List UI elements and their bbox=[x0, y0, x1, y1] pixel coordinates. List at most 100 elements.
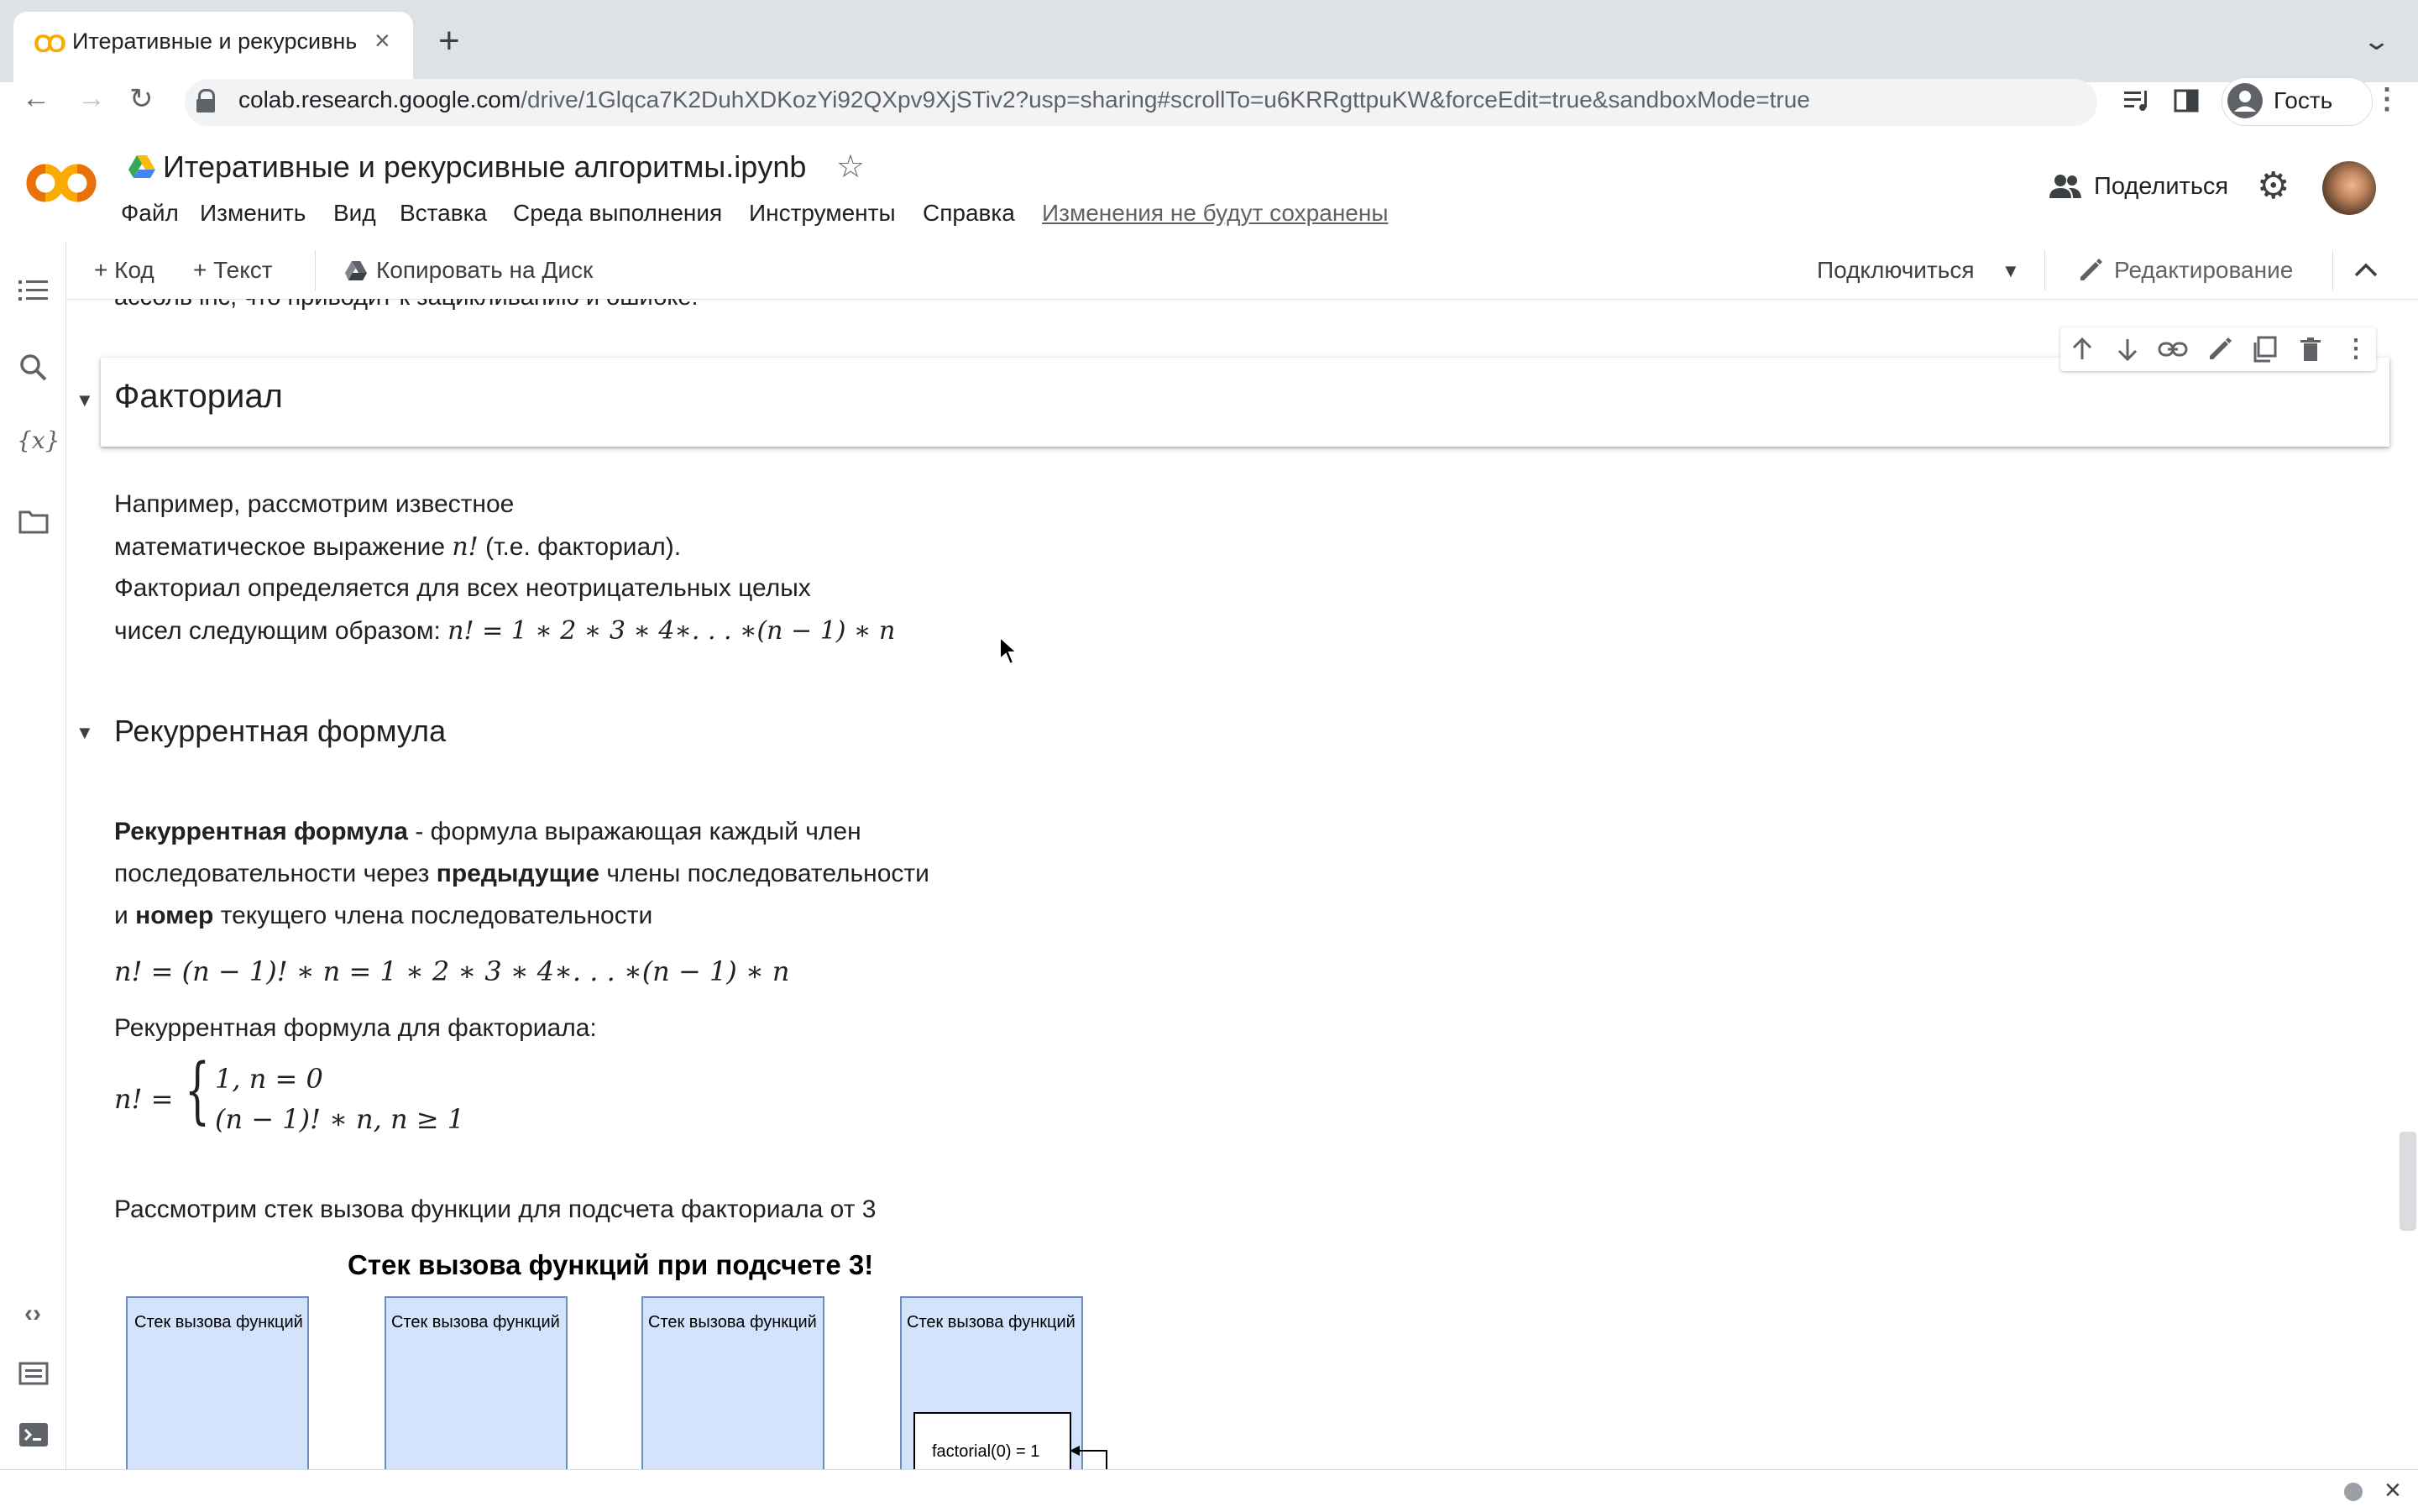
paragraph-line: Факториал определяется для всех неотрица… bbox=[114, 574, 811, 602]
collapse-section-caret-icon[interactable]: ▼ bbox=[76, 390, 94, 411]
profile-label: Гость bbox=[2274, 87, 2333, 113]
piecewise-lhs: n! = bbox=[114, 1083, 174, 1115]
search-icon[interactable] bbox=[18, 353, 49, 383]
unsaved-changes-link[interactable]: Изменения не будут сохранены bbox=[1042, 200, 1388, 227]
share-people-icon[interactable] bbox=[2049, 171, 2082, 201]
scrollbar-thumb[interactable] bbox=[2400, 1132, 2416, 1231]
browser-menu-icon[interactable]: ⋮ bbox=[2373, 82, 2401, 116]
section-heading-factorial: Факториал bbox=[114, 378, 283, 415]
stack-frame-label: factorial(0) = 1 bbox=[932, 1442, 1040, 1461]
pencil-icon bbox=[2080, 259, 2102, 280]
text-span: члены последовательности bbox=[599, 860, 929, 887]
text-span: математическое выражение bbox=[114, 533, 453, 561]
menu-edit[interactable]: Изменить bbox=[200, 200, 306, 227]
user-avatar[interactable] bbox=[2322, 161, 2376, 215]
forward-icon[interactable]: → bbox=[77, 82, 106, 115]
menu-view[interactable]: Вид bbox=[333, 200, 376, 227]
runtime-status-icon[interactable] bbox=[2344, 1483, 2363, 1501]
piecewise-case: (n − 1)! ∗ n, n ≥ 1 bbox=[215, 1103, 465, 1135]
paragraph-line: математическое выражение n! (т.е. фактор… bbox=[114, 532, 681, 562]
toolbar-divider bbox=[315, 250, 316, 290]
text-span: и bbox=[114, 902, 136, 929]
bold-text: Рекуррентная формула bbox=[114, 818, 408, 845]
connect-dropdown-icon[interactable]: ▼ bbox=[2002, 260, 2020, 282]
text-span: последовательности через bbox=[114, 860, 437, 887]
side-panel-icon[interactable] bbox=[2173, 87, 2200, 114]
star-icon[interactable]: ☆ bbox=[836, 148, 865, 186]
text-span: - формула выражающая каждый член bbox=[407, 818, 861, 845]
collapse-header-icon[interactable] bbox=[2353, 259, 2379, 282]
diagram-title: Стек вызова функций при подсчете 3! bbox=[348, 1249, 874, 1280]
close-tab-icon[interactable]: × bbox=[374, 25, 390, 56]
close-status-icon[interactable]: × bbox=[2384, 1474, 2401, 1507]
toolbar-divider bbox=[2332, 250, 2333, 290]
formula-expansion: n! = (n − 1)! ∗ n = 1 ∗ 2 ∗ 3 ∗ 4∗. . . … bbox=[114, 955, 790, 987]
lock-icon-body bbox=[196, 99, 215, 112]
url-host: colab.research.google.com bbox=[238, 86, 521, 112]
status-bar bbox=[0, 1469, 2418, 1512]
drive-copy-icon bbox=[345, 261, 367, 280]
paragraph-line: чисел следующим образом: n! = 1 ∗ 2 ∗ 3 … bbox=[114, 616, 895, 646]
share-button[interactable]: Поделиться bbox=[2094, 173, 2228, 201]
paragraph-line: Например, рассмотрим известное bbox=[114, 490, 515, 518]
focused-text-cell[interactable] bbox=[101, 358, 2389, 447]
colab-favicon-icon: CO bbox=[34, 30, 66, 58]
terminal-icon[interactable] bbox=[18, 1422, 49, 1447]
paragraph-line: Рекуррентная формула - формула выражающа… bbox=[114, 818, 861, 846]
editing-mode-button[interactable]: Редактирование bbox=[2114, 257, 2293, 284]
google-drive-icon[interactable] bbox=[128, 154, 156, 180]
math-inline: n! bbox=[452, 532, 479, 562]
menu-tools[interactable]: Инструменты bbox=[749, 200, 896, 227]
text-span: текущего члена последовательности bbox=[213, 902, 653, 929]
browser-tab-title[interactable]: Итеративные и рекурсивные а bbox=[72, 29, 358, 55]
add-text-button[interactable]: + Текст bbox=[193, 257, 273, 284]
move-cell-up-icon[interactable] bbox=[2069, 336, 2096, 363]
notebook-title[interactable]: Итеративные и рекурсивные алгоритмы.ipyn… bbox=[163, 149, 806, 185]
call-stack-label: Стек вызова функций bbox=[648, 1313, 817, 1332]
return-arrow bbox=[1070, 1446, 1107, 1473]
url-text[interactable]: colab.research.google.com/drive/1Glqca7K… bbox=[238, 86, 1810, 113]
back-icon[interactable]: ← bbox=[22, 82, 50, 115]
new-tab-icon[interactable]: + bbox=[438, 20, 460, 62]
url-path: /drive/1Glqca7K2DuhXDKozYi92QXpv9XjSTiv2… bbox=[521, 86, 1810, 112]
mirror-cell-icon[interactable] bbox=[2252, 336, 2279, 363]
connect-button[interactable]: Подключиться bbox=[1817, 257, 1975, 284]
piecewise-case: 1, n = 0 bbox=[215, 1063, 323, 1095]
table-of-contents-icon[interactable] bbox=[18, 279, 49, 302]
code-snippets-icon[interactable]: ‹› bbox=[17, 1300, 49, 1328]
link-icon[interactable] bbox=[2158, 337, 2188, 361]
call-stack-label: Стек вызова функций bbox=[391, 1313, 560, 1332]
collapse-section-caret-icon[interactable]: ▼ bbox=[76, 722, 94, 744]
bold-text: предыдущие bbox=[436, 860, 600, 887]
settings-gear-icon[interactable]: ⚙ bbox=[2257, 165, 2290, 207]
reload-icon[interactable]: ↻ bbox=[129, 82, 154, 116]
paragraph-line: последовательности через предыдущие член… bbox=[114, 860, 929, 888]
mouse-cursor-icon bbox=[999, 636, 1019, 666]
paragraph-line: Рекуррентная формула для факториала: bbox=[114, 1014, 597, 1042]
media-control-icon[interactable] bbox=[2122, 87, 2153, 114]
edit-cell-icon[interactable] bbox=[2206, 336, 2233, 363]
delete-cell-icon[interactable] bbox=[2297, 336, 2324, 363]
piecewise-brace: { bbox=[185, 1049, 211, 1133]
call-stack-label: Стек вызова функций bbox=[134, 1313, 303, 1332]
menu-help[interactable]: Справка bbox=[923, 200, 1015, 227]
paragraph-line: Рассмотрим стек вызова функции для подсч… bbox=[114, 1195, 877, 1223]
menu-file[interactable]: Файл bbox=[121, 200, 179, 227]
more-actions-icon[interactable]: ⋮ bbox=[2339, 334, 2373, 364]
command-palette-icon[interactable] bbox=[18, 1362, 49, 1385]
files-icon[interactable] bbox=[18, 509, 49, 534]
tab-search-chevron-icon[interactable]: ⌄ bbox=[2362, 27, 2391, 56]
math-inline: n! = 1 ∗ 2 ∗ 3 ∗ 4∗. . . ∗(n − 1) ∗ n bbox=[447, 616, 896, 646]
copy-to-drive-button[interactable]: Копировать на Диск bbox=[376, 257, 593, 284]
paragraph-line: и номер текущего члена последовательност… bbox=[114, 902, 652, 930]
colab-logo[interactable] bbox=[24, 158, 101, 208]
guest-profile-icon bbox=[2227, 83, 2263, 118]
call-stack-label: Стек вызова функций bbox=[907, 1313, 1076, 1332]
menu-runtime[interactable]: Среда выполнения bbox=[513, 200, 722, 227]
move-cell-down-icon[interactable] bbox=[2114, 336, 2141, 363]
menu-insert[interactable]: Вставка bbox=[400, 200, 487, 227]
add-code-button[interactable]: + Код bbox=[94, 257, 154, 284]
toolbar-divider bbox=[2044, 250, 2045, 290]
section-heading-recurrent: Рекуррентная формула bbox=[114, 714, 447, 748]
variables-icon[interactable]: {x} bbox=[17, 426, 60, 454]
